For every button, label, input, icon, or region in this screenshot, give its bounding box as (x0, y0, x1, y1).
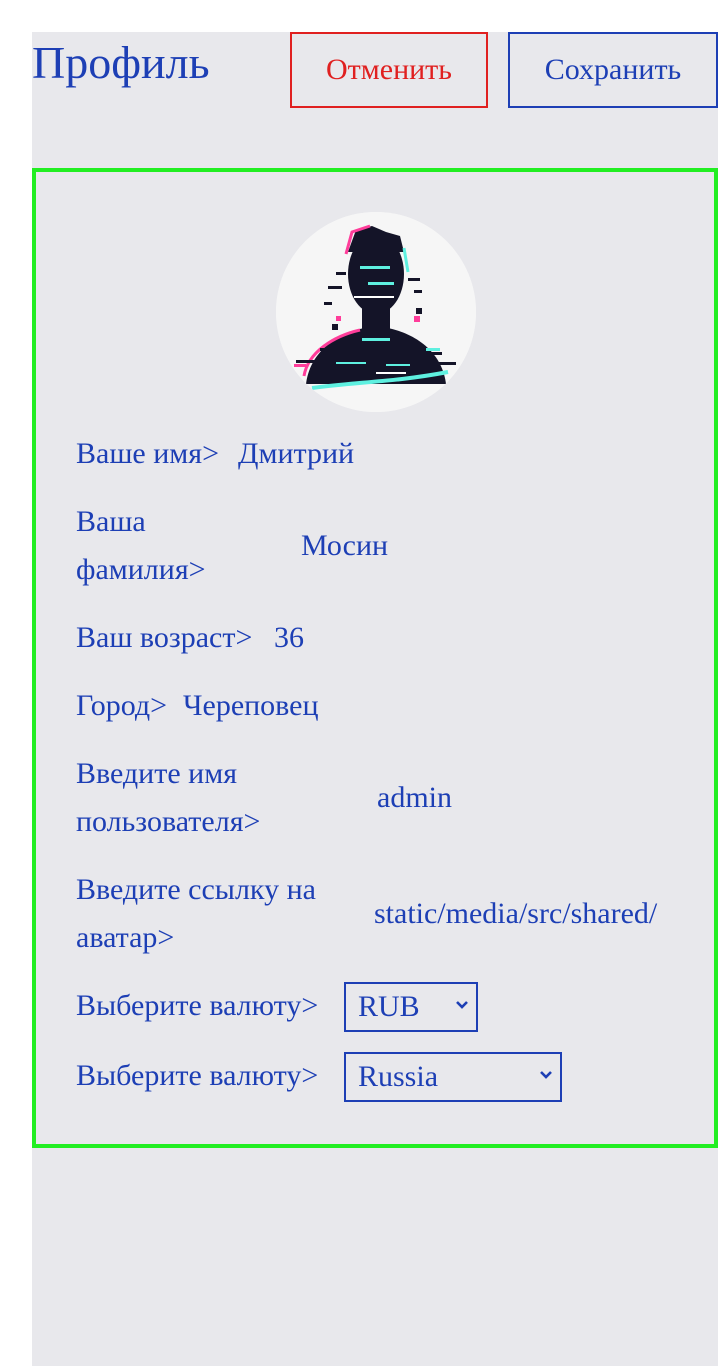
profile-page: Профиль Отменить Сохранить Ваше имя> Дми… (32, 32, 718, 1366)
avatar (276, 212, 476, 412)
country-label: Выберите валюту> (76, 1059, 319, 1092)
username-row: Введите имя пользователя> admin (76, 750, 676, 846)
username-field[interactable]: admin (377, 774, 452, 822)
avatar-link-label-line2: аватар> (76, 921, 175, 954)
currency-select-value: RUB (358, 990, 420, 1023)
chevron-down-icon (540, 1071, 552, 1079)
city-row: Город> Череповец (76, 682, 676, 730)
age-row: Ваш возраст> 36 (76, 614, 676, 662)
avatar-link-row: Введите ссылку на аватар> static/media/s… (76, 866, 676, 962)
surname-label-line2: фамилия> (76, 553, 206, 586)
currency-label: Выберите валюту> (76, 989, 319, 1022)
currency-select[interactable]: RUB (344, 982, 478, 1032)
username-label-line1: Введите имя (76, 757, 238, 790)
city-label: Город> (76, 689, 168, 722)
age-field[interactable]: 36 (274, 614, 304, 662)
age-label: Ваш возраст> (76, 621, 253, 654)
chevron-down-icon (456, 1001, 468, 1009)
glitch-person-avatar-icon (276, 212, 476, 412)
name-row: Ваше имя> Дмитрий (76, 430, 676, 478)
avatar-link-field[interactable]: static/media/src/shared/ (374, 890, 672, 938)
page-title: Профиль (32, 37, 210, 88)
country-row: Выберите валюту> Russia (76, 1052, 676, 1104)
surname-field[interactable]: Мосин (301, 522, 388, 570)
profile-card: Ваше имя> Дмитрий Ваша фамилия> Мосин Ва… (32, 168, 718, 1148)
currency-row: Выберите валюту> RUB (76, 982, 676, 1034)
avatar-link-label-line1: Введите ссылку на (76, 873, 316, 906)
surname-row: Ваша фамилия> Мосин (76, 498, 676, 594)
name-field[interactable]: Дмитрий (238, 430, 354, 478)
username-label-line2: пользователя> (76, 805, 261, 838)
surname-label-line1: Ваша (76, 505, 146, 538)
city-field[interactable]: Череповец (183, 682, 319, 730)
country-select-value: Russia (358, 1060, 439, 1093)
name-label: Ваше имя> (76, 437, 219, 470)
cancel-button[interactable]: Отменить (290, 32, 488, 108)
country-select[interactable]: Russia (344, 1052, 562, 1102)
save-button[interactable]: Сохранить (508, 32, 718, 108)
